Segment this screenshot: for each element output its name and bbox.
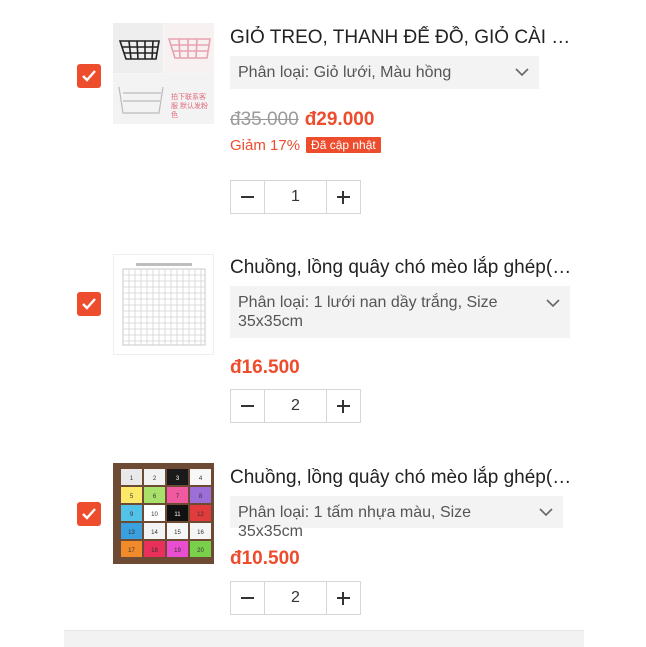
tile-number: 13 bbox=[128, 530, 135, 536]
item-checkbox[interactable] bbox=[77, 502, 101, 526]
quantity-input[interactable]: 2 bbox=[265, 582, 326, 614]
variant-selector[interactable]: Phân loại: 1 tấm nhựa màu, Size 35x35cm bbox=[230, 496, 563, 540]
decrease-button[interactable] bbox=[231, 582, 265, 614]
quantity-stepper: 2 bbox=[230, 581, 361, 615]
check-icon bbox=[82, 508, 96, 520]
tile-number: 17 bbox=[128, 548, 135, 554]
tile-number: 18 bbox=[151, 548, 158, 554]
plus-icon-stem bbox=[342, 592, 344, 605]
chevron-down-icon bbox=[539, 508, 553, 517]
variant-label: Phân loại: 1 tấm nhựa màu, Size 35x35cm bbox=[238, 504, 472, 540]
increase-button[interactable] bbox=[326, 582, 360, 614]
product-thumbnail[interactable]: 1 2 3 4 5 6 7 8 9 10 11 12 13 14 15 16 17 18 19 20 bbox=[113, 463, 214, 564]
minus-icon bbox=[241, 597, 254, 599]
sale-price: đ10.500 bbox=[230, 548, 300, 569]
tile-number: 10 bbox=[151, 512, 158, 518]
price-row: đ10.500 bbox=[230, 548, 300, 570]
tile-number: 20 bbox=[197, 548, 204, 554]
cart-item-3: 1 2 3 4 5 6 7 8 9 10 11 12 13 14 15 16 17 18 19 20 Chuồng, … bbox=[64, 0, 584, 630]
tile-number: 19 bbox=[174, 548, 181, 554]
bottom-divider bbox=[64, 630, 584, 647]
tile-number: 14 bbox=[151, 530, 158, 536]
tile-number: 12 bbox=[197, 512, 204, 518]
tile-number: 15 bbox=[174, 530, 181, 536]
tile-number: 16 bbox=[197, 530, 204, 536]
product-title[interactable]: Chuồng, lồng quây chó mèo lắp ghép( t... bbox=[230, 466, 575, 490]
tile-number: 11 bbox=[174, 512, 181, 518]
cart-item-list: 拍下联系客服 默认发粉色 GIỎ TREO, THANH ĐẾ ĐỒ, GIỎ … bbox=[64, 0, 584, 632]
